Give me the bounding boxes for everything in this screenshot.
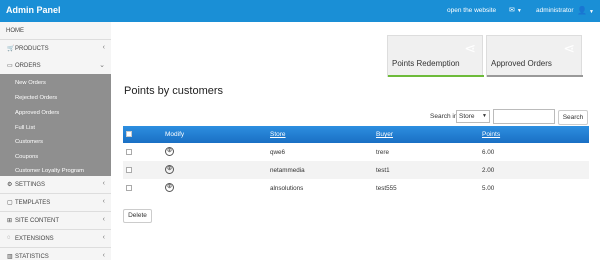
submenu-coupons[interactable]: Coupons bbox=[15, 154, 38, 160]
table-row: ⊕ alnsolutions test555 5.00 bbox=[123, 179, 589, 197]
card-accent-line bbox=[487, 75, 583, 77]
gears-icon: ⚙ bbox=[7, 182, 13, 188]
chevron-left-icon: ‹ bbox=[102, 234, 105, 241]
search-button[interactable]: Search bbox=[558, 110, 588, 125]
table-header: Modify Store Buyer Points bbox=[123, 126, 589, 143]
select-all-checkbox[interactable] bbox=[126, 131, 132, 137]
edit-icon[interactable]: ⊕ bbox=[165, 147, 174, 156]
chevron-left-icon: ‹ bbox=[102, 198, 105, 205]
sidebar-item-home[interactable]: HOME bbox=[0, 22, 111, 40]
sidebar-item-label: HOME bbox=[6, 28, 24, 34]
row-checkbox[interactable] bbox=[126, 185, 132, 191]
user-icon[interactable]: 👤 ▼ bbox=[577, 6, 594, 15]
caret-down-icon: ▼ bbox=[482, 113, 487, 119]
card-accent-line bbox=[388, 75, 484, 77]
circle-icon: ◌ bbox=[7, 235, 11, 241]
card-approved-orders[interactable]: ⋖ Approved Orders bbox=[486, 35, 583, 77]
row-checkbox[interactable] bbox=[126, 167, 132, 173]
submenu-approved-orders[interactable]: Approved Orders bbox=[15, 110, 59, 116]
chart-icon: ▥ bbox=[7, 254, 13, 260]
card-title: Points Redemption bbox=[392, 59, 460, 68]
table-row: ⊕ netammedia test1 2.00 bbox=[123, 161, 589, 179]
chevron-down-icon: ⌄ bbox=[99, 62, 105, 69]
sidebar-item-label: SITE CONTENT bbox=[15, 218, 60, 224]
submenu-rejected-orders[interactable]: Rejected Orders bbox=[15, 95, 57, 101]
template-icon: ▢ bbox=[7, 200, 13, 206]
sitemap-icon: ⊞ bbox=[7, 218, 13, 224]
submenu-customer-loyalty-program[interactable]: Customer Loyalty Program bbox=[15, 168, 84, 174]
submenu-full-list[interactable]: Full List bbox=[15, 125, 35, 131]
chevron-left-icon: ‹ bbox=[102, 216, 105, 223]
chevron-left-icon: ‹ bbox=[102, 252, 105, 259]
sidebar-item-label: STATISTICS bbox=[15, 254, 49, 260]
page-title: Points by customers bbox=[124, 85, 224, 97]
column-store[interactable]: Store bbox=[270, 131, 286, 138]
submenu-new-orders[interactable]: New Orders bbox=[15, 80, 46, 86]
cart-icon: 🛒 bbox=[7, 46, 15, 52]
share-icon: ⋖ bbox=[563, 40, 575, 56]
table-row: ⊕ qwe6 trere 6.00 bbox=[123, 143, 589, 161]
cell-store: qwe6 bbox=[270, 149, 286, 156]
cell-points: 5.00 bbox=[482, 185, 495, 192]
edit-icon[interactable]: ⊕ bbox=[165, 183, 174, 192]
column-points[interactable]: Points bbox=[482, 131, 500, 138]
sidebar-item-label: EXTENSIONS bbox=[15, 236, 54, 242]
sidebar-item-label: PRODUCTS bbox=[15, 46, 49, 52]
envelope-icon[interactable]: ✉ ▼ bbox=[509, 6, 522, 14]
sidebar-item-label: SETTINGS bbox=[15, 182, 46, 188]
row-checkbox[interactable] bbox=[126, 149, 132, 155]
admin-user-menu[interactable]: administrator bbox=[536, 7, 574, 14]
orders-icon: ▭ bbox=[7, 63, 13, 69]
chevron-left-icon: ‹ bbox=[102, 44, 105, 51]
cell-points: 6.00 bbox=[482, 149, 495, 156]
sidebar-item-settings[interactable]: ⚙ SETTINGS ‹ bbox=[0, 176, 111, 194]
search-input[interactable] bbox=[493, 109, 555, 124]
sidebar-item-products[interactable]: 🛒 PRODUCTS ‹ bbox=[0, 40, 111, 58]
select-value: Store bbox=[459, 113, 475, 120]
delete-button[interactable]: Delete bbox=[123, 209, 152, 223]
column-modify: Modify bbox=[165, 131, 185, 138]
submenu-customers[interactable]: Customers bbox=[15, 139, 43, 145]
column-buyer[interactable]: Buyer bbox=[376, 131, 393, 138]
card-title: Approved Orders bbox=[491, 59, 552, 68]
cell-store: alnsolutions bbox=[270, 185, 304, 192]
brand-title[interactable]: Admin Panel bbox=[6, 5, 61, 15]
sidebar-item-orders[interactable]: ▭ ORDERS ⌄ bbox=[0, 57, 111, 75]
search-field-select[interactable]: Store ▼ bbox=[456, 110, 490, 123]
main-content: ⋖ Points Redemption ⋖ Approved Orders Po… bbox=[112, 22, 600, 260]
cell-buyer: test1 bbox=[376, 167, 390, 174]
cell-buyer: trere bbox=[376, 149, 389, 156]
sidebar-item-label: ORDERS bbox=[15, 63, 41, 69]
sidebar-item-extensions[interactable]: ◌ EXTENSIONS ‹ bbox=[0, 230, 111, 248]
sidebar-item-label: TEMPLATES bbox=[15, 200, 51, 206]
sidebar-item-statistics[interactable]: ▥ STATISTICS ‹ bbox=[0, 248, 111, 260]
top-navbar: Admin Panel open the website ✉ ▼ administ… bbox=[0, 0, 600, 22]
cell-store: netammedia bbox=[270, 167, 305, 174]
cell-buyer: test555 bbox=[376, 185, 397, 192]
sidebar-item-site-content[interactable]: ⊞ SITE CONTENT ‹ bbox=[0, 212, 111, 230]
edit-icon[interactable]: ⊕ bbox=[165, 165, 174, 174]
sidebar: HOME 🛒 PRODUCTS ‹ ▭ ORDERS ⌄ New Orders … bbox=[0, 22, 111, 260]
cell-points: 2.00 bbox=[482, 167, 495, 174]
search-label: Search in bbox=[430, 113, 458, 120]
card-points-redemption[interactable]: ⋖ Points Redemption bbox=[387, 35, 484, 77]
open-website-link[interactable]: open the website bbox=[447, 7, 496, 14]
sidebar-item-templates[interactable]: ▢ TEMPLATES ‹ bbox=[0, 194, 111, 212]
chevron-left-icon: ‹ bbox=[102, 180, 105, 187]
share-icon: ⋖ bbox=[464, 40, 476, 56]
